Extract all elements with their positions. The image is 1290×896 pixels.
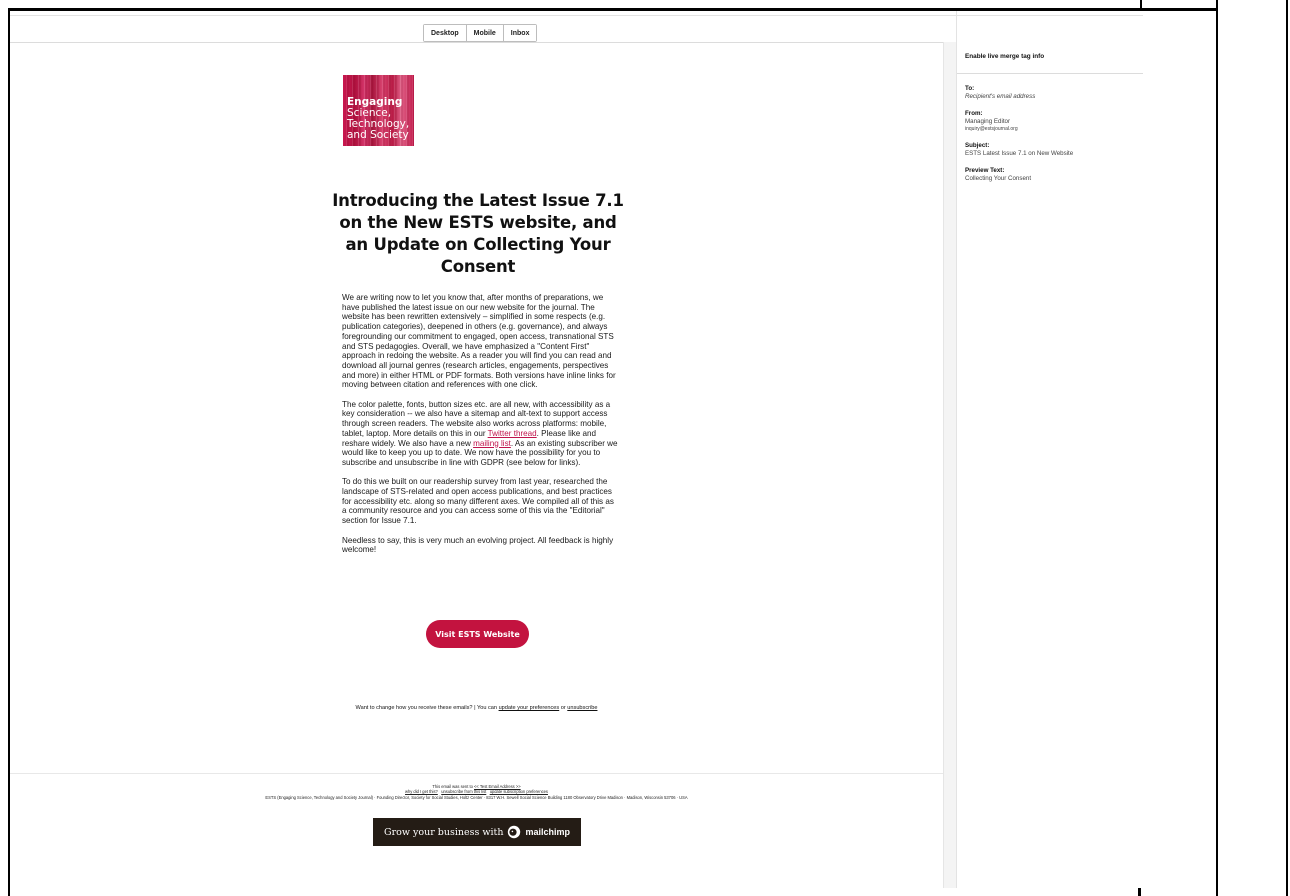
update-subscription-link[interactable]: update subscription preferences — [490, 789, 548, 794]
unsubscribe-link[interactable]: unsubscribe — [567, 705, 597, 711]
preview-text-value: Collecting Your Consent — [965, 175, 1032, 182]
merge-tag-toggle[interactable]: Enable live merge tag info — [965, 53, 1044, 60]
mobile-view-button[interactable]: Mobile — [466, 25, 504, 41]
body-paragraph-2: The color palette, fonts, button sizes e… — [342, 399, 618, 467]
test-email-link[interactable]: << Test Email Address >> — [474, 784, 521, 789]
update-preferences-link[interactable]: update your preferences — [499, 705, 560, 711]
ests-logo: Engaging Science, Technology, and Societ… — [343, 75, 414, 146]
why-did-i-get-this-link[interactable]: why did I get this? — [405, 789, 438, 794]
inbox-view-button[interactable]: Inbox — [503, 25, 537, 41]
email-body-text: We are writing now to let you know that,… — [342, 293, 618, 565]
logo-line-4: and Society — [347, 129, 409, 141]
mailchimp-freddie-icon — [508, 825, 521, 839]
unsubscribe-list-link[interactable]: unsubscribe from this list — [441, 789, 486, 794]
visit-website-button[interactable]: Visit ESTS Website — [426, 620, 529, 648]
to-value: Recipient's email address — [965, 93, 1036, 100]
mailchimp-footer: This email was sent to << Test Email Add… — [10, 773, 943, 846]
body-paragraph-4: Needless to say, this is very much an ev… — [342, 535, 614, 555]
view-mode-toggle: Desktop Mobile Inbox — [423, 24, 538, 42]
to-field: To: Recipient's email address — [965, 85, 1139, 101]
desktop-view-button[interactable]: Desktop — [424, 25, 467, 41]
body-paragraph-3: To do this we built on our readership su… — [342, 477, 614, 526]
subject-field: Subject: ESTS Latest Issue 7.1 on New We… — [965, 142, 1139, 158]
email-details-sidebar: Enable live merge tag info To: Recipient… — [956, 11, 1143, 888]
email-body: Engaging Science, Technology, and Societ… — [10, 47, 943, 767]
badge-grow-text: Grow your business with — [383, 826, 504, 838]
mailchimp-badge[interactable]: Grow your business with mailchimp — [373, 818, 581, 846]
preview-text-field: Preview Text: Collecting Your Consent — [965, 167, 1139, 183]
email-headline: Introducing the Latest Issue 7.1 on the … — [332, 191, 624, 276]
from-name: Managing Editor — [965, 118, 1011, 125]
frame-tick-top — [1140, 0, 1142, 10]
frame-border-right — [1216, 0, 1218, 896]
frame-border-right-outer — [1286, 0, 1288, 896]
footer-address: ESTS (Engaging Science, Technology and S… — [265, 794, 688, 800]
preview-toolbar: Desktop Mobile Inbox — [10, 15, 956, 43]
badge-brand-text: mailchimp — [525, 827, 570, 837]
from-email: inquiry@estsjournal.org — [965, 126, 1018, 132]
email-preview-pane: Desktop Mobile Inbox Engaging Science, T… — [10, 11, 956, 888]
body-paragraph-1: We are writing now to let you know that,… — [342, 293, 616, 390]
email-meta-fields: To: Recipient's email address From: Mana… — [965, 85, 1139, 192]
preferences-line: Want to change how you receive these ema… — [355, 705, 598, 711]
preview-scrollbar[interactable] — [943, 42, 956, 888]
from-field: From: Managing Editor inquiry@estsjourna… — [965, 110, 1139, 133]
subject-value: ESTS Latest Issue 7.1 on New Website — [965, 150, 1074, 157]
twitter-thread-link[interactable]: Twitter thread — [488, 429, 537, 438]
mailing-list-link[interactable]: mailing list — [473, 439, 511, 448]
